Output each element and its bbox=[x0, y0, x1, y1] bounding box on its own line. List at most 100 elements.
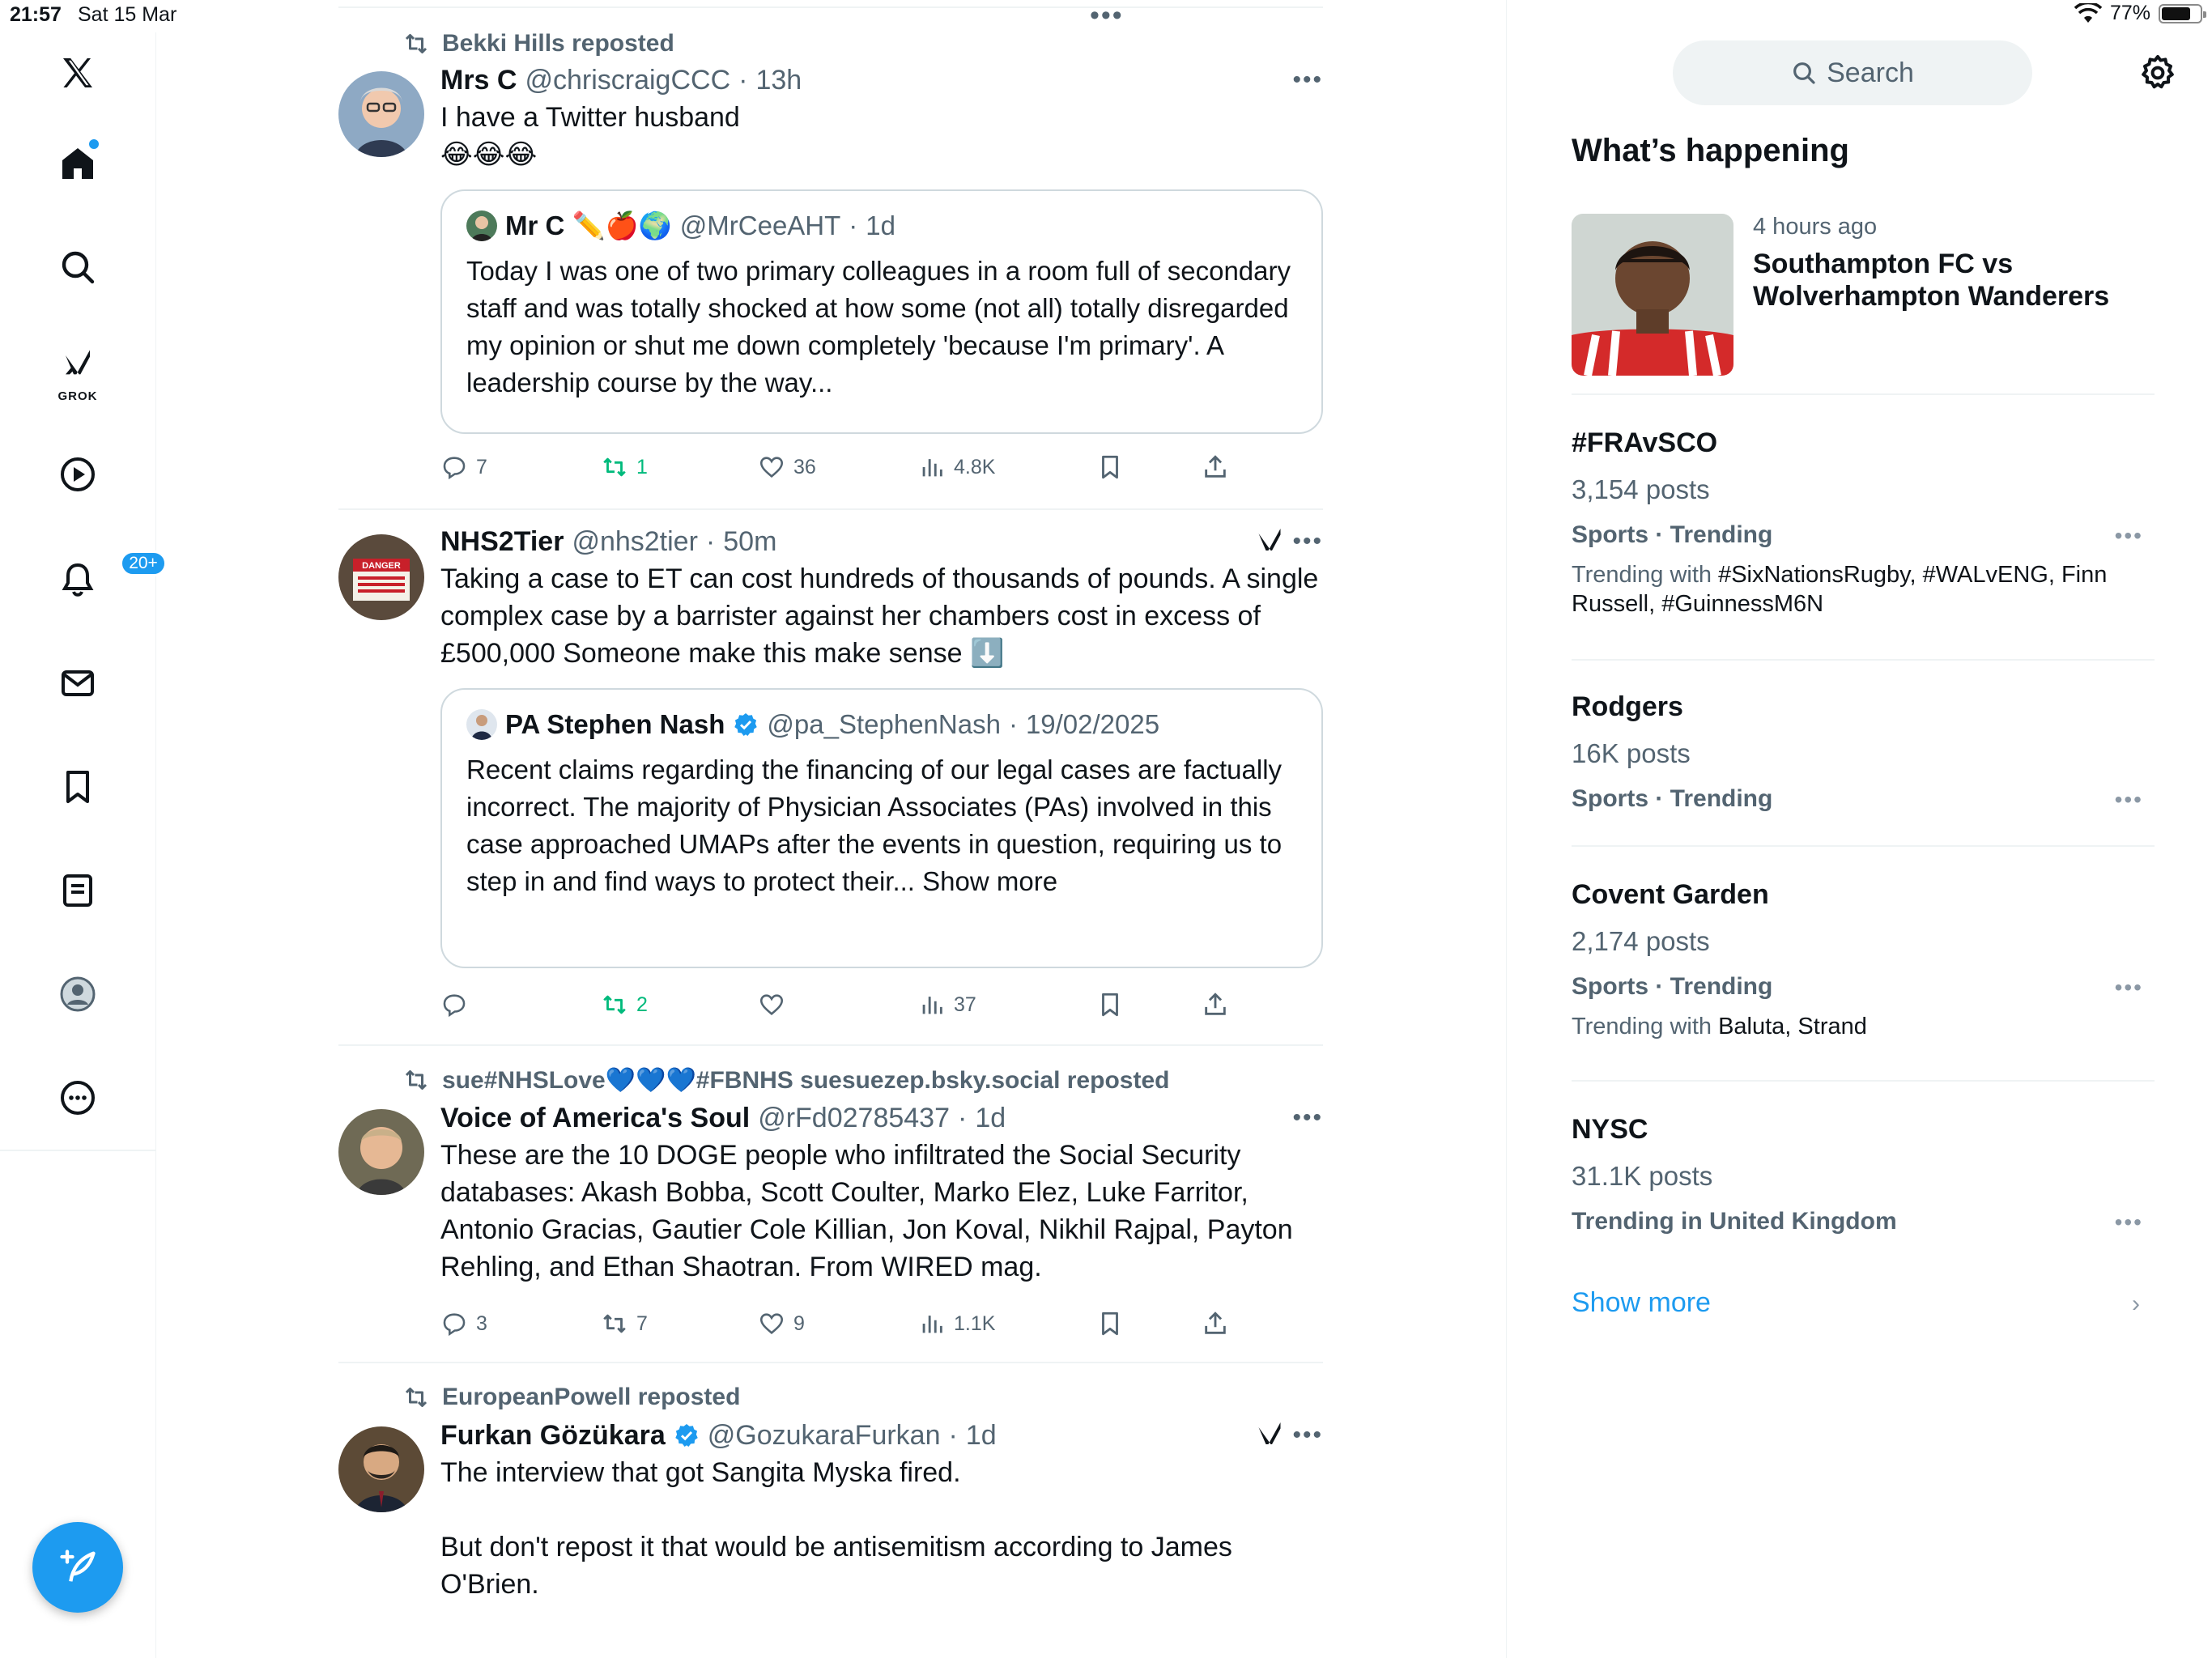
news-title: Southampton FC vs Wolverhampton Wanderer… bbox=[1753, 249, 2110, 312]
tweet-actions: 3 7 9 1.1K bbox=[440, 1310, 1250, 1342]
show-more-link[interactable]: Show more bbox=[1572, 1287, 1711, 1319]
tweet-more-icon[interactable]: ••• bbox=[1292, 1104, 1323, 1132]
tweet-3[interactable]: sue#NHSLove💙💙💙#FBNHS suesuezep.bsky.soci… bbox=[338, 1046, 1323, 1363]
tweet-more-icon[interactable]: ••• bbox=[1292, 1422, 1323, 1449]
share-button[interactable] bbox=[1202, 991, 1229, 1018]
views-button[interactable]: 4.8K bbox=[918, 453, 995, 481]
tweet-time[interactable]: 1d bbox=[975, 1103, 1006, 1134]
x-logo-icon[interactable] bbox=[49, 44, 107, 102]
quote-tweet[interactable]: PA Stephen Nash @pa_StephenNash · 19/02/… bbox=[440, 688, 1323, 968]
tweet-time[interactable]: 50m bbox=[723, 526, 776, 558]
like-button[interactable]: 9 bbox=[758, 1310, 805, 1337]
trend-item[interactable]: NYSC 31.1K posts Trending in United King… bbox=[1572, 1111, 2155, 1256]
trend-item[interactable]: Rodgers 16K posts Sports · Trending ••• bbox=[1572, 688, 2155, 847]
right-sidebar: Search What’s happening 4 hours ago Sout… bbox=[1506, 0, 2212, 1658]
search-icon[interactable] bbox=[49, 238, 107, 296]
grok-explain-icon[interactable] bbox=[1255, 1420, 1284, 1456]
views-button[interactable]: 1.1K bbox=[918, 1310, 995, 1337]
quote-tweet[interactable]: Mr C ✏️🍎🌍 @MrCeeAHT · 1d Today I was one… bbox=[440, 189, 1323, 434]
bookmark-icon[interactable] bbox=[49, 758, 107, 816]
trend-more-icon[interactable]: ••• bbox=[2115, 523, 2143, 549]
compose-button[interactable] bbox=[32, 1522, 123, 1613]
tweet-1[interactable]: Bekki Hills reposted Mrs C @chriscraigCC… bbox=[338, 24, 1323, 510]
author-handle[interactable]: @nhs2tier bbox=[572, 526, 697, 558]
reply-icon bbox=[443, 457, 466, 480]
tweet-more-icon[interactable]: ••• bbox=[1292, 66, 1323, 94]
author-name[interactable]: Mrs C bbox=[440, 65, 517, 96]
bell-icon[interactable]: 20+ bbox=[49, 551, 167, 609]
profile-icon[interactable] bbox=[49, 965, 107, 1023]
avatar[interactable] bbox=[338, 1109, 424, 1195]
news-item[interactable]: 4 hours ago Southampton FC vs Wolverhamp… bbox=[1572, 214, 2155, 395]
avatar[interactable] bbox=[338, 1426, 424, 1512]
avatar[interactable] bbox=[338, 71, 424, 157]
like-button[interactable] bbox=[758, 991, 793, 1018]
tweet-4[interactable]: EuropeanPowell reposted Furkan Gözükara … bbox=[338, 1363, 1323, 1658]
bookmark-button[interactable] bbox=[1096, 453, 1124, 481]
mail-icon[interactable] bbox=[49, 654, 107, 712]
left-nav: GROK 20+ bbox=[0, 32, 167, 1658]
tweet-more-icon[interactable]: ••• bbox=[1292, 528, 1323, 555]
author-name[interactable]: NHS2Tier bbox=[440, 526, 564, 558]
quote-author-name: Mr C ✏️🍎🌍 bbox=[505, 210, 672, 240]
search-input[interactable]: Search bbox=[1673, 40, 2032, 105]
trend-with-tags: Baluta, Strand bbox=[1718, 1014, 1867, 1039]
tweet-2[interactable]: DANGER NHS2Tier @nhs2tier · 50m ••• Taki… bbox=[338, 510, 1323, 1046]
share-button[interactable] bbox=[1202, 453, 1229, 481]
quote-author-handle: @MrCeeAHT bbox=[679, 210, 841, 240]
repost-button[interactable]: 7 bbox=[601, 1310, 648, 1337]
more-icon[interactable] bbox=[49, 1069, 107, 1127]
views-button[interactable]: 37 bbox=[918, 991, 976, 1018]
like-button[interactable]: 36 bbox=[758, 453, 816, 481]
author-handle[interactable]: @chriscraigCCC bbox=[525, 65, 730, 96]
gear-icon[interactable] bbox=[2138, 53, 2177, 92]
views-count: 37 bbox=[954, 993, 976, 1016]
tweet-time[interactable]: 13h bbox=[755, 65, 802, 96]
home-icon[interactable] bbox=[49, 134, 107, 193]
quote-text: Recent claims regarding the financing of… bbox=[466, 755, 1283, 896]
trend-category: Sports · Trending bbox=[1572, 973, 1773, 1000]
author-handle[interactable]: @rFd02785437 bbox=[758, 1103, 950, 1134]
reply-button[interactable]: 3 bbox=[440, 1310, 487, 1337]
grok-explain-icon[interactable] bbox=[1255, 526, 1284, 562]
tweet-body: Voice of America's Soul @rFd02785437 · 1… bbox=[440, 1099, 1323, 1286]
separator-dot: · bbox=[948, 1419, 958, 1451]
reply-icon bbox=[443, 994, 466, 1018]
reply-button[interactable] bbox=[440, 991, 476, 1018]
avatar-mrsc bbox=[338, 71, 424, 157]
quote-text: Today I was one of two primary colleague… bbox=[466, 256, 1291, 397]
tweet-header: NHS2Tier @nhs2tier · 50m bbox=[440, 523, 1323, 560]
avatar[interactable]: DANGER bbox=[338, 534, 424, 620]
trend-more-icon[interactable]: ••• bbox=[2115, 975, 2143, 1001]
trend-more-icon[interactable]: ••• bbox=[2115, 1209, 2143, 1235]
tweet-time[interactable]: 1d bbox=[966, 1420, 997, 1452]
lists-svg bbox=[63, 874, 92, 907]
trend-with-label: Trending with bbox=[1572, 562, 1719, 588]
trend-item[interactable]: #FRAvSCO 3,154 posts Sports · Trending T… bbox=[1572, 424, 2155, 661]
trend-count: 16K posts bbox=[1572, 738, 1691, 768]
views-count: 4.8K bbox=[954, 455, 996, 478]
quote-avatar-art bbox=[466, 210, 497, 241]
separator-dot: · bbox=[738, 64, 748, 96]
grok-icon[interactable]: GROK bbox=[49, 340, 107, 403]
bookmark-button[interactable] bbox=[1096, 991, 1124, 1018]
repost-icon bbox=[405, 1070, 428, 1090]
reply-count: 3 bbox=[476, 1312, 487, 1335]
compose-icon bbox=[60, 1550, 96, 1582]
trend-category: Sports · Trending bbox=[1572, 785, 1773, 812]
video-icon[interactable] bbox=[49, 445, 107, 504]
share-button[interactable] bbox=[1202, 1310, 1229, 1337]
quote-author-handle: @pa_StephenNash bbox=[767, 709, 1001, 739]
trend-item[interactable]: Covent Garden 2,174 posts Sports · Trend… bbox=[1572, 876, 2155, 1082]
like-icon bbox=[759, 457, 784, 478]
author-name[interactable]: Voice of America's Soul bbox=[440, 1103, 750, 1134]
trend-more-icon[interactable]: ••• bbox=[2115, 787, 2143, 813]
author-handle[interactable]: @GozukaraFurkan bbox=[708, 1420, 941, 1452]
reply-button[interactable]: 7 bbox=[440, 453, 487, 481]
repost-button[interactable]: 2 bbox=[601, 991, 648, 1018]
repost-button[interactable]: 1 bbox=[601, 453, 648, 481]
author-name[interactable]: Furkan Gözükara bbox=[440, 1420, 666, 1452]
bookmark-button[interactable] bbox=[1096, 1310, 1124, 1337]
lists-icon[interactable] bbox=[49, 861, 107, 920]
tweet-text: These are the 10 DOGE people who infiltr… bbox=[440, 1140, 1301, 1282]
